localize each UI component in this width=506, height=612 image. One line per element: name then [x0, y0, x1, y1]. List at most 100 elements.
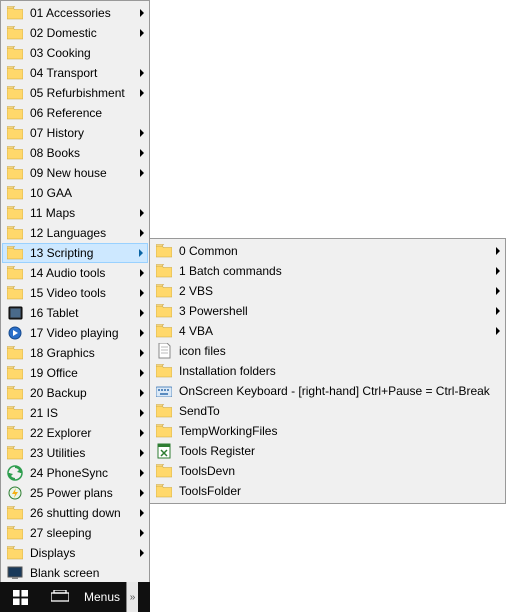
folder-icon [6, 185, 24, 201]
menu-item[interactable]: 4 VBA [151, 321, 504, 341]
menu-item[interactable]: Blank screen [2, 563, 148, 583]
folder-icon [6, 525, 24, 541]
submenu-arrow-icon [496, 307, 500, 315]
menu-item[interactable]: 06 Reference [2, 103, 148, 123]
tablet-icon [6, 305, 24, 321]
menu-item[interactable]: 12 Languages [2, 223, 148, 243]
menu-item[interactable]: 20 Backup [2, 383, 148, 403]
menu-item[interactable]: 3 Powershell [151, 301, 504, 321]
menu-item-label: 23 Utilities [30, 446, 134, 460]
menu-item[interactable]: 27 sleeping [2, 523, 148, 543]
folder-icon [6, 5, 24, 21]
menu-item[interactable]: 25 Power plans [2, 483, 148, 503]
folder-icon [155, 483, 173, 499]
xls-icon [155, 443, 173, 459]
menu-item[interactable]: 26 shutting down [2, 503, 148, 523]
menu-item[interactable]: 09 New house [2, 163, 148, 183]
file-icon [155, 343, 173, 359]
submenu-arrow-icon [496, 247, 500, 255]
menu-item[interactable]: 03 Cooking [2, 43, 148, 63]
submenu-arrow-icon [496, 327, 500, 335]
submenu-arrow-icon [140, 389, 144, 397]
menu-item[interactable]: Installation folders [151, 361, 504, 381]
menu-item[interactable]: OnScreen Keyboard - [right-hand] Ctrl+Pa… [151, 381, 504, 401]
folder-icon [6, 145, 24, 161]
submenu-arrow-icon [140, 449, 144, 457]
submenu-arrow-icon [140, 29, 144, 37]
menu-item-label: 20 Backup [30, 386, 134, 400]
menu-item[interactable]: 13 Scripting [2, 243, 148, 263]
menu-item[interactable]: 08 Books [2, 143, 148, 163]
submenu-arrow-icon [140, 89, 144, 97]
menu-item-label: 11 Maps [30, 206, 134, 220]
folder-icon [6, 405, 24, 421]
menu-item[interactable]: Displays [2, 543, 148, 563]
folder-icon [6, 265, 24, 281]
folder-icon [6, 345, 24, 361]
submenu-arrow-icon [140, 369, 144, 377]
submenu-arrow-icon [140, 9, 144, 17]
submenu-arrow-icon [140, 329, 144, 337]
submenu-arrow-icon [140, 69, 144, 77]
folder-icon [6, 45, 24, 61]
menu-item-label: Installation folders [179, 364, 490, 378]
menu-item[interactable]: 04 Transport [2, 63, 148, 83]
menu-item[interactable]: 15 Video tools [2, 283, 148, 303]
folder-icon [155, 263, 173, 279]
menu-item-label: 09 New house [30, 166, 134, 180]
menu-item[interactable]: 0 Common [151, 241, 504, 261]
menu-item[interactable]: 05 Refurbishment [2, 83, 148, 103]
taskview-button[interactable] [40, 582, 80, 612]
menu-item-label: 15 Video tools [30, 286, 134, 300]
menu-item[interactable]: 17 Video playing [2, 323, 148, 343]
folder-icon [155, 323, 173, 339]
folder-icon [6, 225, 24, 241]
submenu-arrow-icon [140, 129, 144, 137]
submenu-arrow-icon [140, 149, 144, 157]
menu-item-label: 2 VBS [179, 284, 490, 298]
menu-item-label: 02 Domestic [30, 26, 134, 40]
menu-item[interactable]: TempWorkingFiles [151, 421, 504, 441]
folder-icon [155, 463, 173, 479]
menu-item-label: Tools Register [179, 444, 490, 458]
menu-item-label: 05 Refurbishment [30, 86, 134, 100]
menu-item[interactable]: 1 Batch commands [151, 261, 504, 281]
menu-item[interactable]: Tools Register [151, 441, 504, 461]
menu-item[interactable]: 21 IS [2, 403, 148, 423]
menu-item-label: Blank screen [30, 566, 134, 580]
menu-item[interactable]: icon files [151, 341, 504, 361]
submenu-arrow-icon [496, 287, 500, 295]
menu-item-label: 18 Graphics [30, 346, 134, 360]
menu-item[interactable]: 18 Graphics [2, 343, 148, 363]
submenu-arrow-icon [140, 309, 144, 317]
menu-item[interactable]: 22 Explorer [2, 423, 148, 443]
menu-item[interactable]: 16 Tablet [2, 303, 148, 323]
menu-item[interactable]: SendTo [151, 401, 504, 421]
menu-item[interactable]: 01 Accessories [2, 3, 148, 23]
menu-item-label: 0 Common [179, 244, 490, 258]
folder-icon [155, 243, 173, 259]
menu-item[interactable]: 2 VBS [151, 281, 504, 301]
screen-icon [6, 565, 24, 581]
menu-item[interactable]: 19 Office [2, 363, 148, 383]
menu-item[interactable]: 23 Utilities [2, 443, 148, 463]
menu-item-label: 01 Accessories [30, 6, 134, 20]
menu-item-label: 16 Tablet [30, 306, 134, 320]
taskbar-menus-label[interactable]: Menus [80, 590, 120, 604]
menu-item[interactable]: 14 Audio tools [2, 263, 148, 283]
folder-icon [155, 423, 173, 439]
submenu-arrow-icon [140, 429, 144, 437]
folder-icon [155, 363, 173, 379]
menu-item-label: 1 Batch commands [179, 264, 490, 278]
submenu-arrow-icon [496, 267, 500, 275]
folder-icon [6, 285, 24, 301]
menu-item[interactable]: 07 History [2, 123, 148, 143]
menu-item[interactable]: 10 GAA [2, 183, 148, 203]
menu-item[interactable]: 11 Maps [2, 203, 148, 223]
folder-icon [155, 303, 173, 319]
menu-item[interactable]: 02 Domestic [2, 23, 148, 43]
menu-item[interactable]: 24 PhoneSync [2, 463, 148, 483]
menu-item[interactable]: ToolsFolder [151, 481, 504, 501]
start-button[interactable] [0, 582, 40, 612]
menu-item[interactable]: ToolsDevn [151, 461, 504, 481]
